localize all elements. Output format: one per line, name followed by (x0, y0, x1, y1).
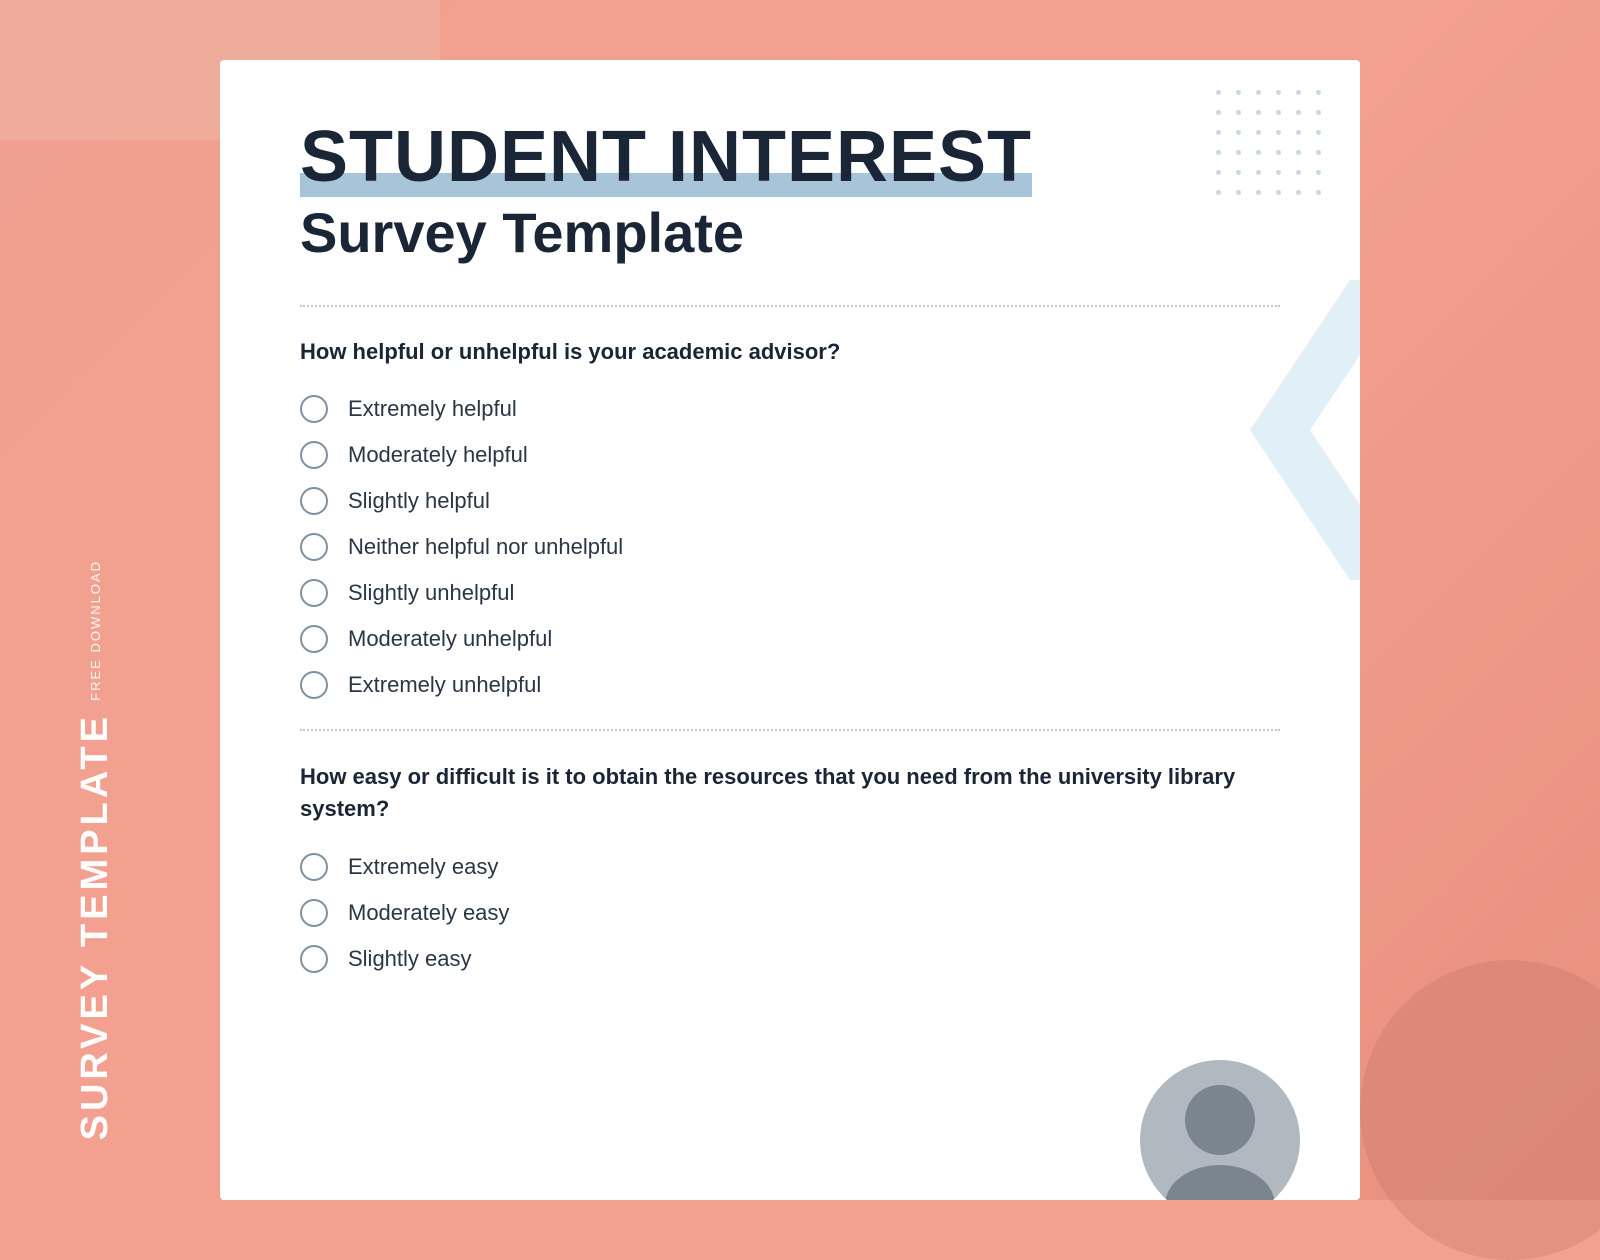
list-item: Moderately helpful (300, 441, 1280, 469)
list-item: Extremely unhelpful (300, 671, 1280, 699)
radio-button[interactable] (300, 899, 328, 927)
list-item: Slightly easy (300, 945, 1280, 973)
person-circle-decoration (1140, 1060, 1300, 1200)
question-2-label: How easy or difficult is it to obtain th… (300, 761, 1280, 825)
question-1-options: Extremely helpful Moderately helpful Sli… (300, 395, 1280, 699)
list-item: Neither helpful nor unhelpful (300, 533, 1280, 561)
option-label: Extremely unhelpful (348, 672, 541, 698)
divider-1 (300, 305, 1280, 307)
list-item: Moderately easy (300, 899, 1280, 927)
radio-button[interactable] (300, 579, 328, 607)
radio-button[interactable] (300, 853, 328, 881)
list-item: Moderately unhelpful (300, 625, 1280, 653)
option-label: Neither helpful nor unhelpful (348, 534, 623, 560)
question-1-label: How helpful or unhelpful is your academi… (300, 337, 1280, 368)
option-label: Slightly unhelpful (348, 580, 514, 606)
option-label: Slightly easy (348, 946, 472, 972)
sidebar-title-label: SURVEY TEMPLATE (74, 713, 117, 1140)
divider-2 (300, 729, 1280, 731)
radio-button[interactable] (300, 487, 328, 515)
radio-button[interactable] (300, 671, 328, 699)
list-item: Extremely helpful (300, 395, 1280, 423)
sidebar-free-download-label: FREE DOWNLOAD (88, 560, 103, 701)
radio-button[interactable] (300, 533, 328, 561)
option-label: Extremely helpful (348, 396, 517, 422)
option-label: Extremely easy (348, 854, 498, 880)
survey-title-line1: STUDENT INTEREST (300, 120, 1280, 196)
sidebar: FREE DOWNLOAD SURVEY TEMPLATE (0, 0, 190, 1200)
survey-title-line2: Survey Template (300, 200, 1280, 265)
title-underline: STUDENT INTEREST (300, 117, 1032, 197)
radio-button[interactable] (300, 625, 328, 653)
radio-button[interactable] (300, 441, 328, 469)
radio-button[interactable] (300, 395, 328, 423)
option-label: Moderately helpful (348, 442, 528, 468)
question-2-options: Extremely easy Moderately easy Slightly … (300, 853, 1280, 973)
option-label: Moderately unhelpful (348, 626, 552, 652)
option-label: Slightly helpful (348, 488, 490, 514)
list-item: Slightly unhelpful (300, 579, 1280, 607)
main-card: STUDENT INTEREST Survey Template How hel… (220, 60, 1360, 1200)
option-label: Moderately easy (348, 900, 509, 926)
list-item: Extremely easy (300, 853, 1280, 881)
list-item: Slightly helpful (300, 487, 1280, 515)
radio-button[interactable] (300, 945, 328, 973)
card-content: STUDENT INTEREST Survey Template How hel… (220, 60, 1360, 1051)
